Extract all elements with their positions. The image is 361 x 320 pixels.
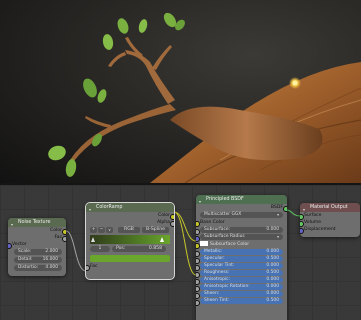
ramp-stop-0[interactable] — [91, 237, 95, 242]
input-socket-specular-tint — [196, 264, 200, 271]
stop-color-swatch[interactable] — [90, 255, 170, 262]
interpolation-select[interactable]: B-Spline — [142, 227, 169, 233]
input-socket-subsurface — [196, 228, 200, 235]
roughness-field[interactable]: Roughness: 0.500 — [196, 270, 283, 278]
input-socket-displacement[interactable] — [300, 227, 304, 234]
distortion-field[interactable]: Distortio: 4.000 — [14, 265, 62, 271]
input-socket-base-color[interactable] — [196, 220, 200, 227]
subsurface-field[interactable]: Subsurface: 0.000 — [196, 227, 283, 235]
output-socket-bsdf[interactable] — [283, 205, 287, 212]
link-ramp-to-roughness — [173, 211, 197, 276]
noise-texture-node[interactable]: ▾ Noise Texture Color Fac Vector Scale: 2.… — [8, 218, 66, 276]
principled-bsdf-node[interactable]: ▾ Principled BSDF BSDF Multiscatter GGX ▾ … — [196, 195, 287, 320]
subsurface-color-swatch[interactable] — [200, 241, 208, 246]
anisotropic-rotation-field[interactable]: Anisotropic Rotation: 0.000 — [196, 284, 283, 292]
material-output-node[interactable]: ▾ Material Output Surface Volume Displace… — [300, 203, 360, 237]
input-socket-sheen — [196, 292, 200, 299]
input-socket-sheen-tint — [196, 299, 200, 306]
blender-window: ▾ Noise Texture Color Fac Vector Scale: 2.… — [0, 0, 361, 320]
input-socket-subsurface-color[interactable] — [196, 242, 200, 249]
link-ramp-to-basecolor — [173, 211, 197, 242]
node-header[interactable]: ▾ Principled BSDF — [196, 195, 287, 204]
remove-stop-button[interactable]: − — [98, 227, 105, 233]
render-viewport[interactable] — [0, 0, 361, 183]
input-socket-anisotropic-rotation — [196, 285, 200, 292]
sheen-field[interactable]: Sheen: 0.000 — [196, 291, 283, 299]
metallic-field[interactable]: Metallic: 0.000 — [196, 249, 283, 257]
anisotropic-field[interactable]: Anisotropic: 0.000 — [196, 277, 283, 285]
input-socket-metallic — [196, 250, 200, 257]
input-socket-anisotropic — [196, 278, 200, 285]
node-header[interactable]: ▾ Material Output — [300, 203, 360, 212]
color-ramp-gradient[interactable] — [90, 235, 170, 244]
node-header[interactable]: ▾ Noise Texture — [8, 218, 66, 227]
link-bsdf-to-surface — [286, 209, 301, 217]
input-socket-roughness — [196, 271, 200, 278]
node-editor[interactable]: ▾ Noise Texture Color Fac Vector Scale: 2.… — [0, 185, 361, 320]
detail-field[interactable]: Detail: 16.000 — [14, 257, 62, 263]
stop-index-field[interactable]: 1 — [90, 246, 110, 252]
distribution-select[interactable]: Multiscatter GGX ▾ — [200, 212, 283, 218]
sheen-tint-field[interactable]: Sheen Tint: 0.500 — [196, 298, 283, 306]
scale-field[interactable]: Scale: 2.000 — [14, 249, 62, 255]
input-socket-fac[interactable] — [86, 264, 90, 271]
node-header[interactable]: ▾ ColorRamp — [86, 203, 174, 212]
add-stop-button[interactable]: + — [90, 227, 97, 233]
specular-tint-field[interactable]: Specular Tint: 0.000 — [196, 263, 283, 271]
color-mode-select[interactable]: RGB — [118, 227, 140, 233]
ramp-menu-button[interactable]: ∨ — [106, 227, 113, 233]
ramp-stop-1[interactable] — [160, 237, 164, 242]
subsurface-radius-select[interactable]: Subsurface Radius ▾ — [196, 234, 283, 242]
stop-position-field[interactable]: Pos: 0.858 — [112, 246, 166, 252]
render-image — [48, 12, 361, 183]
colorramp-node[interactable]: ▾ ColorRamp Color Alpha + − ∨ RGB B-Splin… — [86, 203, 174, 279]
specular-field[interactable]: Specular: 0.500 — [196, 256, 283, 264]
link-noise-fac-to-ramp-fac — [65, 230, 87, 272]
input-socket-specular — [196, 257, 200, 264]
